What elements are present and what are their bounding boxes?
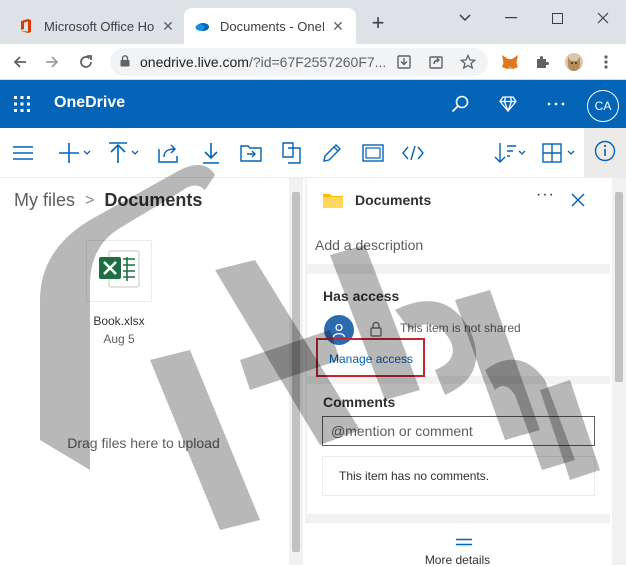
has-access-heading: Has access: [323, 288, 400, 304]
forward-arrow-icon[interactable]: [40, 50, 64, 74]
files-scrollbar[interactable]: [289, 178, 303, 565]
share-icon[interactable]: [424, 50, 448, 74]
comments-heading: Comments: [323, 394, 396, 410]
panel-more-icon[interactable]: ···: [536, 186, 555, 204]
file-tile[interactable]: [86, 240, 152, 302]
scrollbar-thumb[interactable]: [292, 192, 300, 552]
lock-icon: [370, 321, 382, 337]
bookmark-star-icon[interactable]: [456, 50, 480, 74]
window-close-icon[interactable]: [580, 4, 626, 32]
share-arrow-icon[interactable]: [158, 140, 180, 166]
more-options-icon[interactable]: [544, 92, 568, 116]
panel-scrollbar[interactable]: [612, 178, 626, 565]
no-comments-message: This item has no comments.: [322, 456, 595, 496]
rename-pencil-icon[interactable]: [322, 140, 342, 166]
url-host: onedrive.live.com: [140, 54, 249, 70]
browser-tab-documents[interactable]: Documents - OneDri ✕: [184, 8, 356, 44]
breadcrumb: My files > Documents: [14, 190, 202, 211]
excel-icon: [97, 249, 141, 294]
app-launcher-icon[interactable]: [12, 94, 32, 114]
more-details-icon: [455, 533, 473, 546]
file-date: Aug 5: [103, 332, 135, 346]
back-arrow-icon[interactable]: [8, 50, 32, 74]
move-to-icon[interactable]: [240, 140, 262, 166]
breadcrumb-current: Documents: [104, 190, 203, 210]
new-button[interactable]: [58, 140, 92, 166]
breadcrumb-separator: >: [85, 191, 95, 209]
account-avatar[interactable]: CA: [587, 90, 619, 122]
description-field[interactable]: Add a description: [315, 237, 423, 253]
sharing-status: This item is not shared: [400, 321, 521, 335]
maximize-icon[interactable]: [534, 4, 580, 32]
tab-title: Documents - OneDri: [220, 18, 324, 34]
lock-icon: [120, 54, 130, 70]
browser-menu-icon[interactable]: [594, 50, 618, 74]
office-icon: [18, 18, 34, 34]
copy-to-icon[interactable]: [282, 140, 302, 166]
app-brand[interactable]: OneDrive: [54, 94, 125, 112]
browser-tab-office[interactable]: Microsoft Office Hom ✕: [8, 8, 186, 44]
url-path: /?id=67F2557260F7...: [248, 54, 387, 70]
embed-slideshow-icon[interactable]: [362, 140, 384, 166]
search-icon[interactable]: [448, 92, 472, 116]
close-icon[interactable]: ✕: [160, 18, 176, 34]
panel-title: Documents: [355, 192, 432, 208]
scrollbar-thumb[interactable]: [615, 192, 623, 382]
close-icon[interactable]: [570, 192, 586, 208]
address-bar: onedrive.live.com/?id=67F2557260F7...: [0, 44, 626, 80]
more-details-button[interactable]: More details: [305, 522, 610, 567]
drag-upload-hint: Drag files here to upload: [67, 435, 220, 451]
install-app-icon[interactable]: [392, 50, 416, 74]
highlight-box: [316, 338, 425, 377]
code-embed-icon[interactable]: [402, 140, 424, 166]
onedrive-cloud-icon: [194, 18, 210, 34]
new-tab-button[interactable]: +: [366, 12, 390, 36]
extensions-puzzle-icon[interactable]: [530, 50, 554, 74]
comment-input[interactable]: @mention or comment: [322, 416, 595, 446]
info-pane-button[interactable]: [584, 128, 626, 178]
breadcrumb-my-files[interactable]: My files: [14, 190, 75, 211]
metamask-fox-icon[interactable]: [498, 50, 522, 74]
folder-icon: [323, 192, 343, 208]
tab-title: Microsoft Office Hom: [44, 18, 154, 34]
hamburger-menu-icon[interactable]: [12, 140, 34, 166]
premium-diamond-icon[interactable]: [496, 92, 520, 116]
file-name[interactable]: Book.xlsx: [60, 314, 178, 328]
download-icon[interactable]: [202, 140, 220, 166]
files-pane: [0, 178, 289, 565]
upload-button[interactable]: [108, 140, 142, 166]
view-grid-icon[interactable]: [542, 140, 578, 166]
chevron-down-icon[interactable]: [442, 4, 488, 32]
profile-cat-avatar[interactable]: [562, 50, 586, 74]
command-bar: [0, 128, 626, 178]
info-icon: [594, 140, 616, 167]
onedrive-header: OneDrive: [0, 80, 626, 128]
sort-icon[interactable]: [494, 140, 528, 166]
minimize-icon[interactable]: [488, 4, 534, 32]
close-icon[interactable]: ✕: [330, 18, 346, 34]
browser-tab-bar: Microsoft Office Hom ✕ Documents - OneDr…: [0, 0, 626, 44]
reload-icon[interactable]: [74, 50, 98, 74]
